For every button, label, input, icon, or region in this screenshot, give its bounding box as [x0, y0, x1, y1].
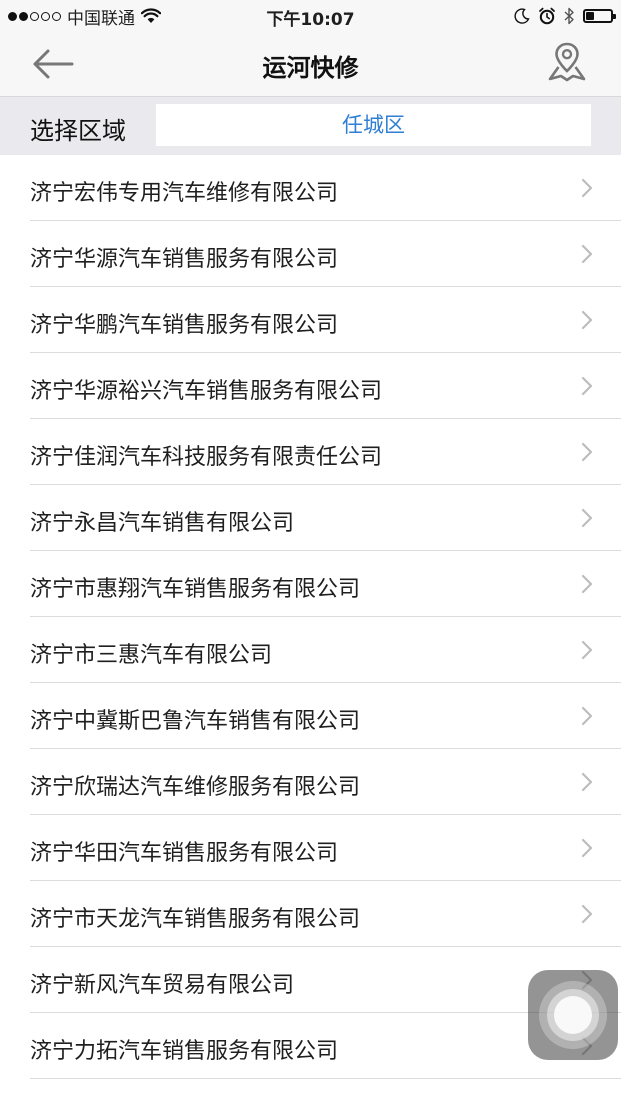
company-name: 济宁中冀斯巴鲁汽车销售有限公司 — [30, 709, 361, 734]
company-list: 济宁宏伟专用汽车维修有限公司 济宁华源汽车销售服务有限公司 济宁华鹏汽车销售服务… — [0, 155, 621, 1079]
list-item[interactable]: 济宁市天龙汽车销售服务有限公司 — [0, 881, 621, 947]
region-label: 选择区域 — [30, 117, 126, 145]
chevron-right-icon — [581, 310, 593, 330]
nav-bar: 运河快修 — [0, 32, 621, 97]
company-name: 济宁市三惠汽车有限公司 — [30, 643, 273, 668]
list-item[interactable]: 济宁华源汽车销售服务有限公司 — [0, 221, 621, 287]
status-bar: 中国联通 下午10:07 — [0, 0, 621, 32]
list-item[interactable]: 济宁永昌汽车销售有限公司 — [0, 485, 621, 551]
list-item[interactable]: 济宁宏伟专用汽车维修有限公司 — [0, 155, 621, 221]
battery-icon — [583, 9, 616, 23]
status-right — [514, 5, 616, 27]
chevron-right-icon — [581, 706, 593, 726]
list-item[interactable]: 济宁华鹏汽车销售服务有限公司 — [0, 287, 621, 353]
moon-icon — [514, 8, 530, 24]
company-name: 济宁力拓汽车销售服务有限公司 — [30, 1039, 339, 1064]
map-pin-icon[interactable] — [547, 40, 587, 84]
chevron-right-icon — [581, 772, 593, 792]
chevron-right-icon — [581, 178, 593, 198]
list-item[interactable]: 济宁中冀斯巴鲁汽车销售有限公司 — [0, 683, 621, 749]
company-name: 济宁华源汽车销售服务有限公司 — [30, 247, 339, 272]
chevron-right-icon — [581, 244, 593, 264]
page-title: 运河快修 — [262, 54, 359, 82]
company-name: 济宁新风汽车贸易有限公司 — [30, 973, 295, 998]
list-item[interactable]: 济宁欣瑞达汽车维修服务有限公司 — [0, 749, 621, 815]
chevron-right-icon — [581, 574, 593, 594]
chevron-right-icon — [581, 838, 593, 858]
assistive-touch-core — [554, 996, 592, 1034]
chevron-right-icon — [581, 508, 593, 528]
list-item[interactable]: 济宁华田汽车销售服务有限公司 — [0, 815, 621, 881]
company-name: 济宁永昌汽车销售有限公司 — [30, 511, 295, 536]
chevron-right-icon — [581, 904, 593, 924]
company-name: 济宁市天龙汽车销售服务有限公司 — [30, 907, 361, 932]
assistive-touch-button[interactable] — [528, 970, 618, 1060]
company-name: 济宁欣瑞达汽车维修服务有限公司 — [30, 775, 361, 800]
list-item[interactable]: 济宁市惠翔汽车销售服务有限公司 — [0, 551, 621, 617]
chevron-right-icon — [581, 376, 593, 396]
chevron-right-icon — [581, 442, 593, 462]
battery-level — [586, 12, 595, 20]
region-dropdown[interactable]: 任城区 — [156, 104, 591, 146]
list-item[interactable]: 济宁华源裕兴汽车销售服务有限公司 — [0, 353, 621, 419]
list-item[interactable]: 济宁佳润汽车科技服务有限责任公司 — [0, 419, 621, 485]
chevron-right-icon — [581, 640, 593, 660]
bluetooth-icon — [564, 7, 574, 25]
company-name: 济宁市惠翔汽车销售服务有限公司 — [30, 577, 361, 602]
company-name: 济宁华鹏汽车销售服务有限公司 — [30, 313, 339, 338]
company-name: 济宁华田汽车销售服务有限公司 — [30, 841, 339, 866]
region-selector: 选择区域 任城区 — [0, 97, 621, 155]
company-name: 济宁宏伟专用汽车维修有限公司 — [30, 181, 339, 206]
alarm-clock-icon — [539, 7, 555, 25]
company-name: 济宁华源裕兴汽车销售服务有限公司 — [30, 379, 383, 404]
list-item[interactable]: 济宁市三惠汽车有限公司 — [0, 617, 621, 683]
company-name: 济宁佳润汽车科技服务有限责任公司 — [30, 445, 383, 470]
